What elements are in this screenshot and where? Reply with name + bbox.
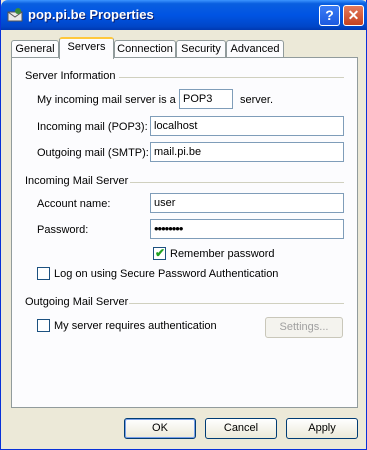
group-divider xyxy=(130,182,344,183)
remember-password-label[interactable]: Remember password xyxy=(170,248,275,260)
outgoing-server-group-label: Outgoing Mail Server xyxy=(25,296,129,308)
spa-checkbox[interactable] xyxy=(37,267,50,280)
password-label: Password: xyxy=(37,224,89,236)
title-bar[interactable]: pop.pi.be Properties ? ✕ xyxy=(1,0,367,30)
group-divider xyxy=(119,77,344,78)
requires-auth-checkbox[interactable] xyxy=(37,319,50,332)
cancel-button[interactable]: Cancel xyxy=(205,418,277,439)
tab-connection[interactable]: Connection xyxy=(114,40,176,58)
group-divider xyxy=(129,303,344,304)
remember-password-checkbox[interactable]: ✔ xyxy=(153,246,166,260)
tab-security[interactable]: Security xyxy=(176,40,226,58)
servers-panel: Server Information My incoming mail serv… xyxy=(11,57,358,408)
mail-account-icon xyxy=(7,8,23,22)
tab-servers[interactable]: Servers xyxy=(59,37,114,59)
spa-label[interactable]: Log on using Secure Password Authenticat… xyxy=(54,268,278,280)
requires-auth-label[interactable]: My server requires authentication xyxy=(54,320,217,332)
account-name-input[interactable]: user xyxy=(150,193,344,213)
ok-button[interactable]: OK xyxy=(124,418,196,439)
account-name-label: Account name: xyxy=(37,198,111,210)
tab-advanced[interactable]: Advanced xyxy=(226,40,284,58)
incoming-type-prefix: My incoming mail server is a xyxy=(37,94,176,106)
password-input[interactable]: •••••••• xyxy=(150,219,344,239)
checkmark-icon: ✔ xyxy=(155,246,166,260)
incoming-mail-label: Incoming mail (POP3): xyxy=(37,121,148,133)
incoming-mail-input[interactable]: localhost xyxy=(150,116,344,136)
help-button[interactable]: ? xyxy=(319,5,340,26)
properties-dialog: pop.pi.be Properties ? ✕ General Servers… xyxy=(0,0,367,450)
outgoing-mail-input[interactable]: mail.pi.be xyxy=(150,142,344,162)
incoming-type-suffix: server. xyxy=(240,94,274,106)
settings-button[interactable]: Settings... xyxy=(265,317,343,338)
close-button[interactable]: ✕ xyxy=(343,5,364,26)
incoming-server-type-field: POP3 xyxy=(179,89,233,109)
incoming-server-group-label: Incoming Mail Server xyxy=(25,175,129,187)
tab-general[interactable]: General xyxy=(11,40,59,58)
outgoing-mail-label: Outgoing mail (SMTP): xyxy=(37,147,149,159)
server-info-group-label: Server Information xyxy=(25,70,116,82)
apply-button[interactable]: Apply xyxy=(286,418,358,439)
window-title: pop.pi.be Properties xyxy=(28,7,154,22)
